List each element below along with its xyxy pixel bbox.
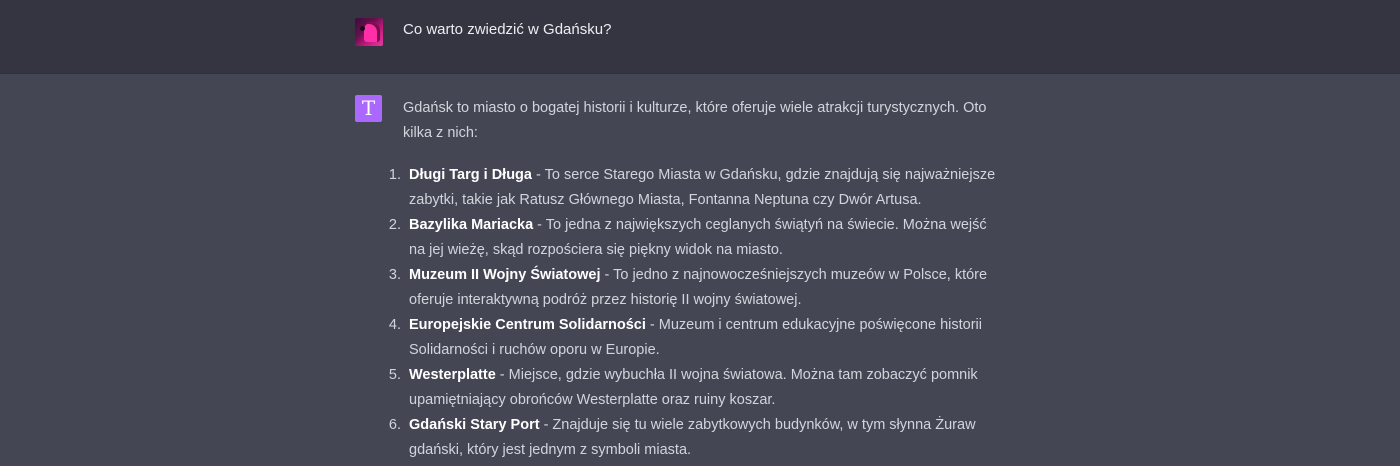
list-item: 2. Bazylika Mariacka - To jedna z najwięk… bbox=[389, 213, 1003, 263]
list-item: 5. Westerplatte - Miejsce, gdzie wybuchła… bbox=[389, 363, 1003, 413]
attraction-name: Długi Targ i Długa bbox=[409, 167, 532, 183]
attractions-list: 1. Długi Targ i Długa - To serce Starego … bbox=[389, 163, 1003, 463]
avatar-figure bbox=[364, 22, 380, 42]
attraction-name: Bazylika Mariacka bbox=[409, 217, 534, 233]
list-number: 4. bbox=[388, 317, 401, 333]
user-message-text: Co warto zwiedzić w Gdańsku? bbox=[403, 21, 612, 38]
list-number: 5. bbox=[388, 367, 401, 383]
assistant-intro: Gdańsk to miasto o bogatej historii i ku… bbox=[403, 100, 987, 141]
user-avatar bbox=[355, 18, 383, 46]
assistant-avatar: T bbox=[355, 95, 382, 122]
user-message-row: Co warto zwiedzić w Gdańsku? bbox=[0, 0, 1400, 74]
assistant-message-content: Gdańsk to miasto o bogatej historii i ku… bbox=[389, 96, 1003, 463]
attraction-name: Gdański Stary Port bbox=[409, 417, 540, 433]
list-item: 3. Muzeum II Wojny Światowej - To jedno z… bbox=[389, 263, 1003, 313]
avatar-eye bbox=[360, 26, 365, 31]
attraction-name: Muzeum II Wojny Światowej bbox=[409, 267, 601, 283]
list-number: 1. bbox=[388, 167, 401, 183]
assistant-message-row: T Gdańsk to miasto o bogatej historii i … bbox=[0, 74, 1400, 466]
attraction-name: Europejskie Centrum Solidarności bbox=[409, 317, 646, 333]
list-item: 1. Długi Targ i Długa - To serce Starego … bbox=[389, 163, 1003, 213]
list-number: 6. bbox=[388, 417, 401, 433]
attraction-name: Westerplatte bbox=[409, 367, 496, 383]
list-number: 2. bbox=[388, 217, 401, 233]
list-item: 4. Europejskie Centrum Solidarności - Muz… bbox=[389, 313, 1003, 363]
list-number: 3. bbox=[388, 267, 401, 283]
list-item: 6. Gdański Stary Port - Znajduje się tu w… bbox=[389, 413, 1003, 463]
